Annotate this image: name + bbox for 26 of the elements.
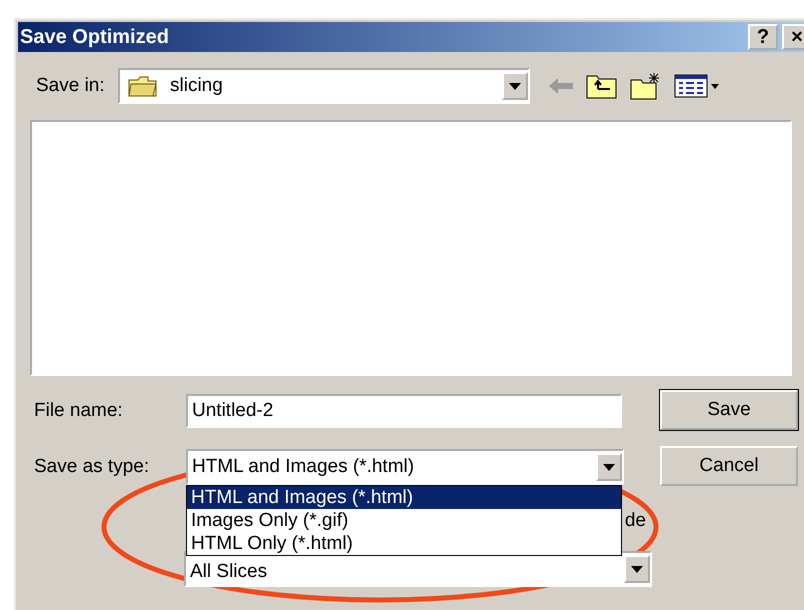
file-name-label: File name: (33, 400, 124, 422)
dropdown-button[interactable] (596, 453, 622, 481)
caret-icon (603, 464, 615, 470)
close-button[interactable]: × (782, 24, 804, 50)
save-button[interactable]: Save (660, 390, 798, 430)
dropdown-button[interactable] (502, 72, 528, 100)
dropdown-button[interactable] (624, 555, 650, 583)
save-in-label: Save in: (35, 75, 106, 97)
dropdown-option[interactable]: Images Only (*.gif) (187, 509, 621, 532)
save-as-type-value: HTML and Images (*.html) (191, 456, 416, 478)
caret-icon (631, 566, 643, 572)
folder-icon[interactable] (128, 75, 158, 97)
save-in-dropdown[interactable]: slicing (118, 68, 530, 104)
new-folder-icon[interactable] (630, 72, 662, 100)
view-menu-icon[interactable] (674, 73, 720, 99)
save-as-type-label: Save as type: (33, 456, 150, 478)
dropdown-option[interactable]: HTML and Images (*.html) (187, 486, 621, 509)
up-folder-icon[interactable] (586, 73, 618, 99)
option-label: de (624, 510, 646, 532)
window-title: Save Optimized (19, 26, 169, 48)
slices-value: All Slices (189, 560, 268, 583)
help-button[interactable]: ? (748, 24, 778, 50)
save-in-value: slicing (169, 75, 224, 97)
cancel-button[interactable]: Cancel (660, 446, 798, 486)
file-name-field[interactable]: Untitled-2 (186, 394, 622, 428)
caret-icon (509, 82, 521, 90)
